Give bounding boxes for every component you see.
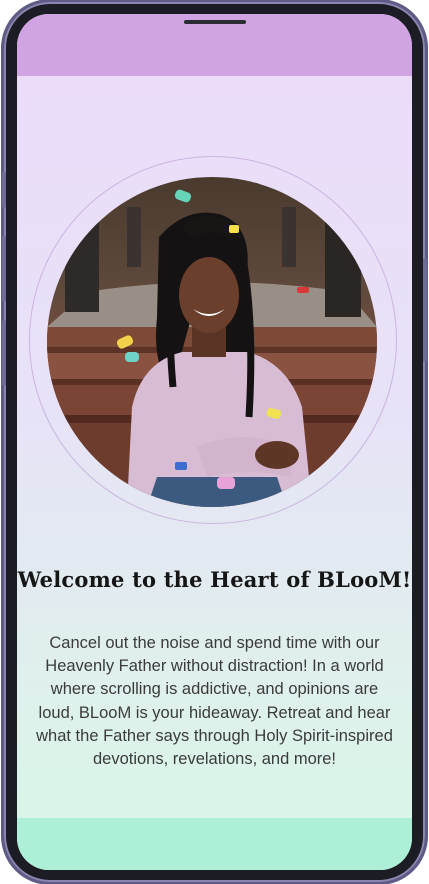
welcome-description: Cancel out the noise and spend time with… (36, 634, 393, 769)
welcome-headline: Welcome to the Heart of BLooM! (17, 567, 412, 592)
app-screen: Welcome to the Heart of BLooM! Cancel ou… (17, 14, 412, 870)
phone-power-button (423, 258, 427, 362)
footer-band (17, 818, 412, 870)
camera-notch (183, 20, 246, 24)
phone-volume-up-button (2, 236, 6, 302)
profile-photo (47, 177, 377, 507)
profile-photo-illustration (47, 177, 377, 507)
phone-mute-switch (2, 172, 6, 208)
phone-volume-down-button (2, 320, 6, 386)
